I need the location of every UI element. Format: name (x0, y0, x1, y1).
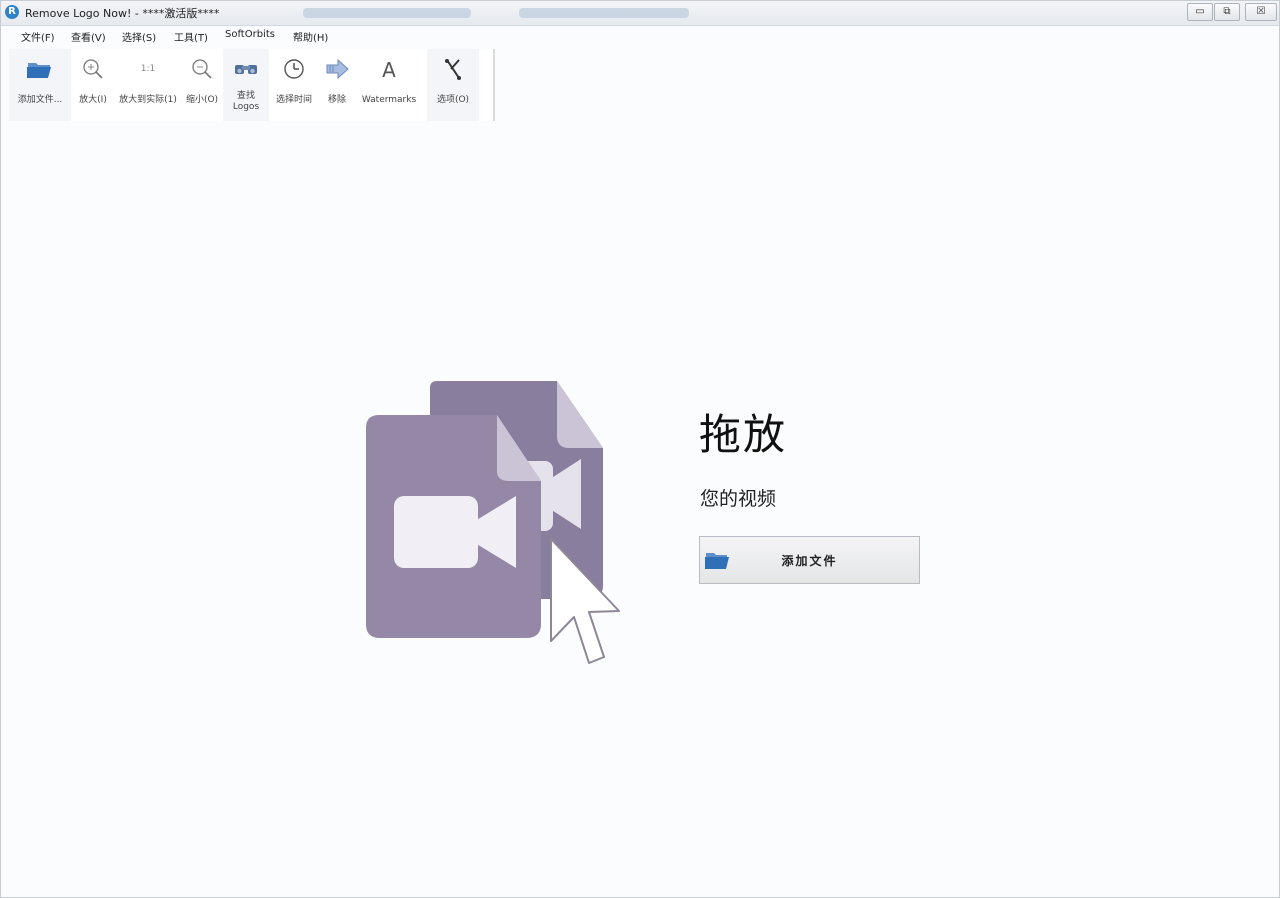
tools-icon (445, 59, 461, 80)
remove-tool-button[interactable]: 移除 (319, 49, 355, 121)
zoom-in-icon (83, 59, 103, 79)
menu-view[interactable]: 查看(V) (71, 29, 106, 44)
letter-a-icon: A (382, 58, 396, 81)
menu-file[interactable]: 文件(F) (21, 29, 55, 44)
tool-label: 缩小(O) (185, 95, 219, 105)
menu-help[interactable]: 帮助(H) (293, 29, 328, 44)
folder-open-icon (27, 63, 51, 78)
tool-label: 查找 Logos (232, 91, 260, 112)
select-time-tool-button[interactable]: 选择时间 (269, 49, 319, 121)
tool-label: Watermarks (361, 95, 417, 105)
find-logos-tool-button[interactable]: 查找 Logos (223, 49, 269, 121)
zoom-out-icon (192, 59, 212, 79)
tool-label: 放大到实际(1) (119, 95, 177, 105)
video-file-front-icon (366, 415, 541, 638)
menu-softorbits[interactable]: SoftOrbits (225, 29, 275, 40)
blurred-taskbar-tab (303, 8, 471, 18)
add-file-button-label: 添加文件 (781, 554, 838, 568)
svg-text:A: A (382, 58, 396, 81)
zoom-actual-tool-button[interactable]: 1:1 放大到实际(1) (115, 49, 181, 121)
zoom-out-tool-button[interactable]: 缩小(O) (181, 49, 223, 121)
tool-label: 选项(O) (436, 95, 470, 105)
menu-select[interactable]: 选择(S) (122, 29, 156, 44)
toolbar: 添加文件... 放大(I) 1:1 放大到实际(1) 缩小(O) 查找 Logo… (9, 49, 495, 121)
binoculars-icon (235, 65, 257, 74)
title-bar[interactable]: R Remove Logo Now! - ****激活版**** ▭ ⧉ ☒ (1, 1, 1279, 26)
close-button[interactable]: ☒ (1245, 3, 1277, 21)
app-window: R Remove Logo Now! - ****激活版**** ▭ ⧉ ☒ 文… (0, 0, 1280, 898)
zoom-in-tool-button[interactable]: 放大(I) (71, 49, 115, 121)
options-tool-button[interactable]: 选项(O) (427, 49, 479, 121)
add-file-button[interactable]: 添加文件 (699, 536, 920, 584)
zoom-actual-icon: 1:1 (141, 64, 155, 74)
drop-video-illustration (366, 381, 620, 664)
tool-label: 选择时间 (275, 95, 312, 105)
arrow-right-icon (326, 58, 349, 80)
maximize-button[interactable]: ⧉ (1214, 3, 1240, 21)
minimize-button[interactable]: ▭ (1187, 3, 1213, 21)
add-file-tool-button[interactable]: 添加文件... (9, 49, 71, 121)
tool-label: 移除 (327, 95, 346, 105)
clock-icon (284, 59, 304, 79)
drop-subtitle: 您的视频 (700, 488, 777, 510)
app-logo-icon: R (5, 5, 19, 19)
tool-label: 放大(I) (79, 95, 107, 105)
watermarks-tool-button[interactable]: A Watermarks (355, 49, 423, 121)
tool-label: 添加文件... (17, 95, 63, 105)
drop-title: 拖放 (699, 410, 788, 459)
blurred-taskbar-tab (519, 8, 689, 18)
menu-tools[interactable]: 工具(T) (174, 29, 208, 44)
window-title: Remove Logo Now! - ****激活版**** (25, 7, 220, 20)
svg-text:1:1: 1:1 (141, 64, 155, 74)
